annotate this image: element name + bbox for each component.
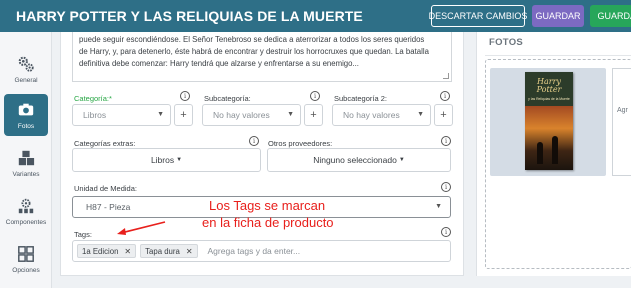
photo-thumbnail[interactable]: Harry Potter y las Reliquias de la Muert… xyxy=(490,68,606,176)
caret-down-icon: ▼ xyxy=(398,157,405,163)
camera-icon xyxy=(18,103,34,115)
annotation-line-1: Los Tags se marcan xyxy=(209,198,326,213)
add-subcategoria2-button[interactable]: + xyxy=(434,104,453,126)
product-form-panel: puede seguir escondiéndose. El Señor Ten… xyxy=(60,32,464,276)
categoria-select[interactable]: Libros ▼ xyxy=(72,104,171,126)
remove-tag-icon[interactable]: ✕ xyxy=(124,247,131,256)
book-subtitle: y las Reliquias de la Muerte xyxy=(528,97,570,101)
info-icon[interactable]: i xyxy=(441,182,451,192)
tag-chip: 1a Edicion ✕ xyxy=(77,244,137,258)
divider xyxy=(485,55,631,56)
sidebar-item-label: Opciones xyxy=(12,266,40,274)
tag-chip: Tapa dura ✕ xyxy=(140,244,198,258)
photo-dropzone[interactable]: Harry Potter y las Reliquias de la Muert… xyxy=(485,59,631,269)
subcategoria2-select[interactable]: No hay valores ▼ xyxy=(332,104,431,126)
subcategoria2-label: Subcategoría 2: xyxy=(334,94,387,103)
add-photo-tile[interactable]: Agr xyxy=(612,68,631,176)
otros-proveedores-value: Ninguno seleccionado xyxy=(313,155,397,165)
product-title: HARRY POTTER Y LAS RELIQUIAS DE LA MUERT… xyxy=(16,8,363,24)
sidebar: General Fotos Variantes Componentes Opci… xyxy=(0,32,52,288)
photos-panel: FOTOS Harry Potter y las Reliquias de la… xyxy=(476,32,631,276)
unidad-medida-value: H87 - Pieza xyxy=(86,202,131,212)
book-brand-logo: Harry Potter xyxy=(536,77,562,94)
tags-label: Tags: xyxy=(74,230,92,239)
description-line: puede seguir escondiéndose. El Señor Ten… xyxy=(79,35,425,44)
annotation-arrow xyxy=(117,221,166,235)
chevron-down-icon: ▼ xyxy=(417,111,424,118)
components-icon xyxy=(18,198,34,213)
categoria-label: Categoría:* xyxy=(74,94,112,103)
tags-placeholder[interactable]: Agrega tags y da enter... xyxy=(208,246,301,256)
cover-art xyxy=(525,106,573,170)
subcategoria-select[interactable]: No hay valores ▼ xyxy=(202,104,301,126)
figure-silhouette xyxy=(537,142,543,164)
remove-tag-icon[interactable]: ✕ xyxy=(186,247,193,256)
book-cover-image: Harry Potter y las Reliquias de la Muert… xyxy=(525,72,573,170)
tags-input[interactable]: 1a Edicion ✕ Tapa dura ✕ Agrega tags y d… xyxy=(72,240,451,262)
annotation-line-2: en la ficha de producto xyxy=(202,215,334,230)
tag-chip-label: 1a Edicion xyxy=(82,246,119,256)
discard-changes-button[interactable]: DESCARTAR CAMBIOS xyxy=(429,5,527,27)
sidebar-item-opciones[interactable]: Opciones xyxy=(4,238,48,280)
info-icon[interactable]: i xyxy=(310,91,320,101)
sidebar-item-label: Variantes xyxy=(12,170,40,178)
tag-chip-label: Tapa dura xyxy=(145,246,180,256)
chevron-down-icon: ▼ xyxy=(287,111,294,118)
sidebar-item-variantes[interactable]: Variantes xyxy=(4,142,48,184)
description-line: definitiva debe comenzar: Harry tendrá q… xyxy=(79,59,359,68)
save-button[interactable]: GUARDAR xyxy=(532,5,584,27)
chevron-down-icon: ▼ xyxy=(157,111,164,118)
otros-proveedores-label: Otros proveedores: xyxy=(268,139,333,148)
add-photo-label: Agr xyxy=(617,107,628,114)
categorias-extras-label: Categorías extras: xyxy=(74,139,136,148)
description-textarea[interactable]: puede seguir escondiéndose. El Señor Ten… xyxy=(72,32,452,82)
sidebar-item-label: General xyxy=(14,76,38,84)
grid-icon xyxy=(18,245,34,262)
categoria-value: Libros xyxy=(83,110,107,120)
resize-handle[interactable] xyxy=(443,73,449,79)
gears-icon xyxy=(18,56,34,72)
categorias-extras-dropdown[interactable]: Libros ▼ xyxy=(72,148,261,172)
add-subcategoria-button[interactable]: + xyxy=(304,104,323,126)
sidebar-item-general[interactable]: General xyxy=(4,48,48,90)
sidebar-item-componentes[interactable]: Componentes xyxy=(4,190,48,232)
sidebar-item-fotos[interactable]: Fotos xyxy=(4,94,48,136)
subcategoria-label: Subcategoría: xyxy=(204,94,251,103)
info-icon[interactable]: i xyxy=(441,136,451,146)
sidebar-item-label: Componentes xyxy=(5,218,47,226)
chevron-down-icon: ▼ xyxy=(435,203,442,210)
otros-proveedores-dropdown[interactable]: Ninguno seleccionado ▼ xyxy=(267,148,451,172)
save-secondary-button[interactable]: GUARDAR xyxy=(590,5,631,27)
boxes-icon xyxy=(18,150,35,165)
top-bar: HARRY POTTER Y LAS RELIQUIAS DE LA MUERT… xyxy=(0,0,631,32)
info-icon[interactable]: i xyxy=(180,91,190,101)
photos-title: FOTOS xyxy=(489,37,524,48)
categorias-extras-value: Libros xyxy=(150,155,175,165)
info-icon[interactable]: i xyxy=(441,227,451,237)
description-line: de Harry, y, para detenerlo, éste habrá … xyxy=(79,47,429,56)
info-icon[interactable]: i xyxy=(440,91,450,101)
subcategoria-value: No hay valores xyxy=(213,110,270,120)
info-icon[interactable]: i xyxy=(249,136,259,146)
caret-down-icon: ▼ xyxy=(176,157,183,163)
unidad-medida-label: Unidad de Medida: xyxy=(74,184,137,193)
add-categoria-button[interactable]: + xyxy=(174,104,193,126)
figure-silhouette xyxy=(552,136,558,164)
sidebar-item-label: Fotos xyxy=(17,122,35,130)
subcategoria2-value: No hay valores xyxy=(343,110,400,120)
